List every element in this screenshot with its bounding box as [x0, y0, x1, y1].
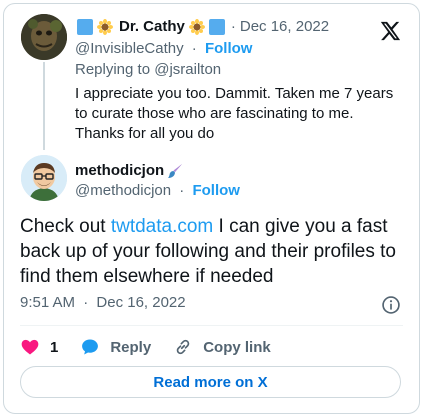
copy-link-label: Copy link	[203, 338, 271, 356]
tweet-actions: 1 Reply Copy link	[20, 336, 293, 358]
main-author-name-row: methodicjon	[75, 162, 183, 179]
follow-reply-author-link[interactable]: Follow	[205, 40, 253, 57]
separator-dot: ·	[230, 18, 236, 35]
paintbrush-icon	[168, 163, 183, 178]
info-icon[interactable]	[381, 295, 401, 315]
reply-label: Reply	[110, 338, 152, 356]
like-count: 1	[50, 338, 59, 356]
tweet-timestamp[interactable]: 9:51 AM · Dec 16, 2022	[20, 294, 186, 311]
divider	[20, 325, 403, 326]
separator-dot: ·	[191, 40, 197, 57]
main-author-avatar[interactable]	[21, 155, 67, 201]
x-logo-icon[interactable]	[379, 20, 401, 42]
thread-connector-line	[43, 62, 45, 150]
separator-dot: ·	[83, 294, 89, 311]
heart-icon	[21, 339, 39, 355]
twtdata-link[interactable]: twtdata.com	[111, 216, 213, 237]
main-handle-row: @methodicjon · Follow	[75, 182, 240, 199]
reply-button[interactable]: Reply	[80, 337, 151, 357]
reply-tweet-text: I appreciate you too. Dammit. Taken me 7…	[75, 85, 394, 142]
link-icon	[176, 339, 190, 355]
like-button[interactable]: 1	[20, 337, 58, 357]
main-tweet-text: Check out twtdata.com I can give you a f…	[20, 214, 410, 289]
follow-main-author-link[interactable]: Follow	[192, 182, 240, 199]
sunflower-icon	[97, 18, 113, 35]
reply-date[interactable]: Dec 16, 2022	[240, 18, 329, 35]
reply-display-name[interactable]: Dr. Cathy	[119, 18, 185, 35]
reply-handle-row: @InvisibleCathy · Follow	[75, 40, 252, 57]
tweet-time: 9:51 AM	[20, 294, 76, 311]
main-handle[interactable]: @methodicjon	[75, 182, 171, 199]
tweet-text-before-link: Check out	[20, 216, 111, 237]
copy-link-button[interactable]: Copy link	[173, 337, 271, 357]
blue-square-emoji-icon	[77, 18, 93, 35]
reply-bubble-icon	[82, 339, 99, 355]
blue-square-emoji-icon	[208, 18, 225, 35]
reply-author-avatar[interactable]	[21, 14, 67, 60]
separator-dot: ·	[179, 182, 185, 199]
sunflower-icon	[188, 18, 205, 35]
reply-author-name-row: Dr. Cathy · Dec 16, 2022	[75, 18, 329, 35]
reply-handle[interactable]: @InvisibleCathy	[75, 40, 184, 57]
replying-to-label: Replying to @jsrailton	[75, 61, 222, 78]
main-display-name[interactable]: methodicjon	[75, 162, 164, 179]
read-more-on-x-button[interactable]: Read more on X	[20, 366, 401, 398]
tweet-date: Dec 16, 2022	[96, 294, 186, 311]
